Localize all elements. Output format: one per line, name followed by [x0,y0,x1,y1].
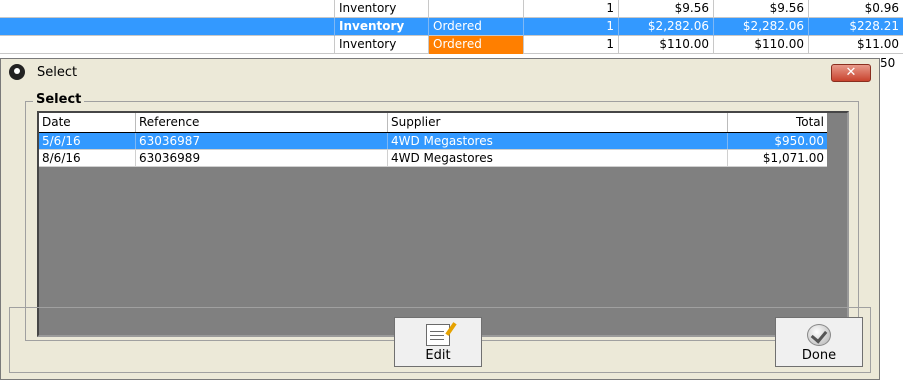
table-row[interactable]: Inventory 1 $9.56 $9.56 $0.96 [0,0,903,18]
date-cell: 8/6/16 [42,151,81,165]
check-icon [807,324,831,346]
select-dialog: Select ✕ Select Date Reference Supplier … [0,58,880,380]
dialog-title: Select [37,65,78,80]
tax-cell: $0.96 [808,0,903,18]
column-header-date[interactable]: Date [39,113,135,132]
price-cell: $9.56 [618,0,713,18]
supplier-cell: 4WD Megastores [387,150,727,166]
status-cell [428,0,523,18]
price-cell: $110.00 [618,36,713,54]
date-cell: 5/6/16 [42,134,81,148]
status-cell: Ordered [428,18,523,36]
grid-row-selected[interactable]: 5/6/16 63036987 4WD Megastores $950.00 [39,133,827,150]
qty-cell: 1 [523,0,618,18]
reference-cell: 63036989 [135,150,387,166]
dialog-titlebar[interactable]: Select ✕ [1,59,879,86]
type-cell: Inventory [334,18,428,36]
qty-cell: 1 [523,36,618,54]
total-cell: $950.00 [727,133,827,149]
table-row-selected[interactable]: Inventory Ordered 1 $2,282.06 $2,282.06 … [0,18,903,36]
tax-cell: $11.00 [808,36,903,54]
column-header-total[interactable]: Total [727,113,827,132]
qty-cell: 1 [523,18,618,36]
column-header-reference[interactable]: Reference [135,113,387,132]
price-cell: $2,282.06 [618,18,713,36]
total-cell: $2,282.06 [713,18,808,36]
type-cell: Inventory [334,0,428,18]
column-header-supplier[interactable]: Supplier [387,113,727,132]
total-cell: $9.56 [713,0,808,18]
select-grid: Date Reference Supplier Total 5/6/16 630… [37,111,849,337]
tax-cell: $228.21 [808,18,903,36]
total-cell: $110.00 [713,36,808,54]
status-badge: Ordered [428,36,523,54]
partial-cell: 50 [880,56,896,70]
close-button[interactable]: ✕ [831,64,871,82]
grid-row[interactable]: 8/6/16 63036989 4WD Megastores $1,071.00 [39,150,827,167]
edit-button-label: Edit [425,348,451,363]
grid-header: Date Reference Supplier Total [39,113,827,133]
app-icon [9,64,25,80]
reference-cell: 63036987 [135,133,387,149]
edit-button[interactable]: Edit [394,317,482,367]
groupbox-label: Select [33,92,85,107]
done-button-label: Done [801,348,837,363]
type-cell: Inventory [334,36,428,54]
table-row[interactable]: Inventory Ordered 1 $110.00 $110.00 $11.… [0,36,903,54]
done-button[interactable]: Done [775,317,863,367]
supplier-cell: 4WD Megastores [387,133,727,149]
total-cell: $1,071.00 [727,150,827,166]
background-order-grid: Inventory 1 $9.56 $9.56 $0.96 Inventory … [0,0,903,70]
edit-icon [426,324,450,346]
